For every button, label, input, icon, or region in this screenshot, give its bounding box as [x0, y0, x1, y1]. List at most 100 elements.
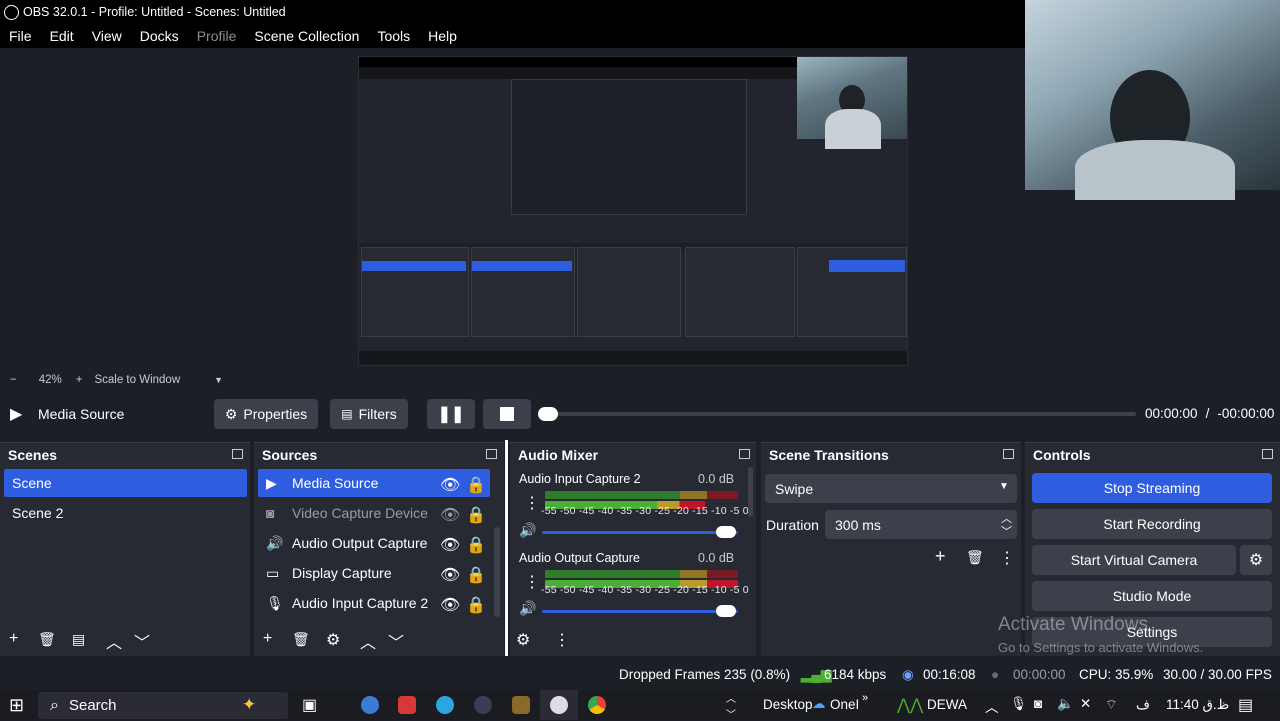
chevron-down-icon[interactable]: ﹀ — [726, 706, 736, 721]
scale-mode-select[interactable]: Scale to Window — [94, 374, 180, 386]
add-icon[interactable]: + — [263, 630, 272, 648]
lock-icon[interactable]: 🔒 — [466, 565, 486, 585]
volume-slider[interactable] — [542, 610, 738, 613]
speaker-icon[interactable]: 🔊 — [519, 522, 536, 539]
mixer-scrollbar[interactable] — [748, 467, 753, 517]
microphone-icon[interactable]: 🎙 — [1010, 696, 1027, 712]
game-app-icon[interactable] — [512, 696, 530, 714]
pause-button[interactable]: ❚❚ — [427, 399, 475, 429]
eye-icon[interactable]: 👁 — [440, 565, 460, 585]
chevron-up-icon[interactable]: ︿ — [106, 629, 122, 653]
filters-button[interactable]: ▤ Filters — [330, 399, 408, 429]
browser-app-icon[interactable] — [361, 696, 379, 714]
chevron-down-icon[interactable]: ﹀ — [1001, 523, 1012, 539]
gear-icon[interactable]: ⚙ — [326, 630, 340, 650]
eye-icon[interactable]: 👁 — [440, 475, 460, 495]
chevron-right-icon[interactable]: » — [862, 692, 868, 704]
scene-item-scene[interactable]: Scene — [4, 469, 247, 497]
volume-slider-knob[interactable] — [716, 526, 736, 538]
source-label: Display Capture — [292, 565, 392, 581]
kebab-menu-icon[interactable]: ⋮ — [999, 548, 1015, 568]
trash-icon[interactable]: 🗑 — [38, 631, 56, 648]
eye-icon[interactable]: 👁 — [440, 595, 460, 615]
lock-icon[interactable]: 🔒 — [466, 505, 486, 525]
gear-icon[interactable]: ⚙ — [516, 630, 530, 650]
seek-bar[interactable] — [548, 412, 1136, 416]
trash-icon[interactable]: 🗑 — [292, 631, 310, 648]
taskbar-search[interactable]: ⌕ Search ✦ — [38, 692, 288, 719]
chevron-down-icon[interactable]: ﹀ — [134, 629, 150, 653]
menu-scene-collection[interactable]: Scene Collection — [245, 28, 368, 44]
stop-button[interactable] — [483, 399, 531, 429]
media-app-icon[interactable] — [398, 696, 416, 714]
mute-icon[interactable]: ✕ — [1080, 696, 1091, 712]
chevron-up-icon[interactable]: ︿ — [360, 629, 376, 653]
onedrive-label[interactable]: OneI — [830, 697, 859, 712]
eye-hidden-icon[interactable]: 👁 — [440, 505, 460, 525]
menu-profile[interactable]: Profile — [188, 28, 246, 44]
menu-tools[interactable]: Tools — [368, 28, 419, 44]
lock-icon[interactable]: 🔒 — [466, 475, 486, 495]
add-icon[interactable]: + — [935, 546, 946, 567]
menu-file[interactable]: File — [0, 28, 41, 44]
start-recording-button[interactable]: Start Recording — [1032, 509, 1272, 539]
obs-taskbar-button[interactable] — [540, 690, 578, 720]
language-indicator[interactable]: ف — [1136, 697, 1150, 713]
undock-icon[interactable] — [1262, 449, 1273, 459]
dock-splitter[interactable] — [505, 440, 508, 656]
properties-button[interactable]: ⚙ Properties — [214, 399, 318, 429]
volume-slider[interactable] — [542, 531, 738, 534]
kebab-menu-icon[interactable]: ⋮ — [524, 493, 540, 513]
chevron-up-icon[interactable]: ︿ — [726, 690, 736, 705]
app-icon[interactable] — [474, 696, 492, 714]
undock-icon[interactable] — [486, 449, 497, 459]
undock-icon[interactable] — [739, 449, 750, 459]
filters-icon[interactable]: ▤ — [72, 631, 85, 648]
menu-help[interactable]: Help — [419, 28, 466, 44]
eye-icon[interactable]: 👁 — [440, 535, 460, 555]
chevron-down-icon[interactable]: ▼ — [214, 375, 223, 385]
desktop-toolbar[interactable]: Desktop — [763, 697, 813, 712]
speaker-icon[interactable]: 🔊 — [519, 600, 536, 617]
windows-start-icon[interactable]: ⊞ — [9, 695, 24, 716]
telegram-icon[interactable] — [436, 696, 454, 714]
fps: 30.00 / 30.00 FPS — [1163, 667, 1272, 682]
seek-handle[interactable] — [538, 407, 558, 421]
chevron-down-icon[interactable]: ﹀ — [388, 629, 404, 653]
menu-edit[interactable]: Edit — [41, 28, 83, 44]
wifi-icon[interactable]: ⌔ — [1105, 696, 1118, 713]
task-view-icon[interactable]: ▣ — [302, 695, 317, 715]
undock-icon[interactable] — [1003, 449, 1014, 459]
record-time: 00:00:00 — [1013, 667, 1066, 682]
zoom-out-button[interactable]: − — [10, 374, 17, 386]
camera-icon[interactable]: ◙ — [1034, 696, 1042, 711]
lock-icon[interactable]: 🔒 — [466, 595, 486, 615]
notifications-icon[interactable]: ▤ — [1238, 695, 1253, 715]
transition-select[interactable]: Swipe ▼ — [765, 474, 1017, 503]
volume-icon[interactable]: 🔈 — [1057, 696, 1074, 712]
menu-view[interactable]: View — [83, 28, 131, 44]
gear-icon: ⚙ — [1248, 552, 1264, 569]
meter-scale: -55 -50 -45 -40 -35 -30 -25 -20 -15 -10 … — [541, 505, 749, 517]
chevron-up-icon[interactable]: ︿ — [985, 696, 999, 716]
taskbar-search-placeholder: Search — [68, 697, 117, 714]
kebab-menu-icon[interactable]: ⋮ — [554, 630, 570, 650]
stop-streaming-button[interactable]: Stop Streaming — [1032, 473, 1272, 503]
volume-slider-knob[interactable] — [716, 605, 736, 617]
zoom-in-button[interactable]: + — [76, 374, 83, 386]
duration-spinbox[interactable]: 300 ms ︿ ﹀ — [825, 510, 1017, 539]
add-icon[interactable]: + — [9, 630, 18, 648]
start-virtual-camera-button[interactable]: Start Virtual Camera — [1032, 545, 1236, 575]
lock-icon[interactable]: 🔒 — [466, 535, 486, 555]
trash-icon[interactable]: 🗑 — [966, 549, 984, 566]
menu-docks[interactable]: Docks — [131, 28, 188, 44]
sources-scrollbar[interactable] — [494, 527, 500, 617]
scene-item-scene-2[interactable]: Scene 2 — [4, 499, 247, 527]
clock[interactable]: 11:40 ظ.ق — [1166, 697, 1229, 713]
network-label[interactable]: DEWA — [927, 697, 967, 712]
chrome-icon[interactable] — [588, 696, 606, 714]
kebab-menu-icon[interactable]: ⋮ — [524, 572, 540, 592]
virtual-camera-settings-button[interactable]: ⚙ — [1240, 545, 1272, 575]
undock-icon[interactable] — [232, 449, 243, 459]
studio-mode-button[interactable]: Studio Mode — [1032, 581, 1272, 611]
